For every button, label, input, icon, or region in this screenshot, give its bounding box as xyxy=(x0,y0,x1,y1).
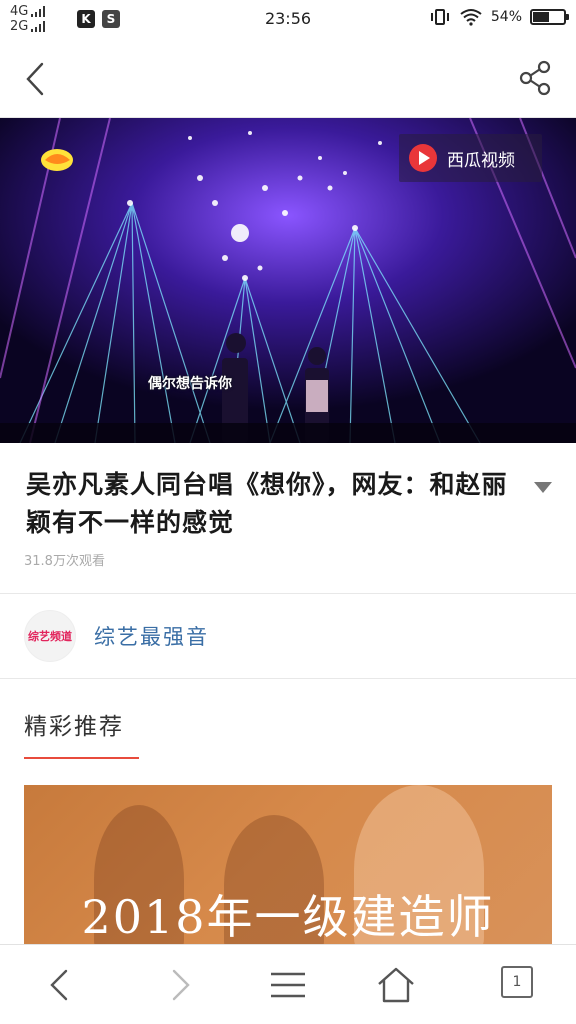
section-underline xyxy=(24,757,139,759)
section-heading: 精彩推荐 xyxy=(24,714,124,740)
top-nav-bar xyxy=(0,38,576,118)
back-icon[interactable] xyxy=(40,965,80,1005)
recommend-card-title: 2018年一级建造师 xyxy=(81,890,495,944)
wifi-icon xyxy=(460,9,482,26)
channel-row[interactable]: 综艺频道 综艺最强音 xyxy=(24,608,209,664)
chevron-left-icon[interactable] xyxy=(20,60,52,98)
battery-percent: 54% xyxy=(490,9,522,25)
watermark: 西瓜视频 xyxy=(399,134,542,182)
chevron-down-icon[interactable] xyxy=(533,481,553,495)
article-title: 吴亦凡素人同台唱《想你》，网友：和赵丽颖有不一样的感觉 xyxy=(26,470,508,537)
channel-name[interactable]: 综艺最强音 xyxy=(94,621,209,651)
vibrate-icon xyxy=(430,9,449,25)
forward-icon[interactable] xyxy=(160,965,200,1005)
recommend-card[interactable]: 2018年一级建造师 xyxy=(24,785,552,955)
divider xyxy=(0,678,576,679)
avatar[interactable]: 综艺频道 xyxy=(24,610,76,662)
divider xyxy=(0,593,576,594)
tabs-button[interactable]: 1 xyxy=(501,966,533,998)
home-icon[interactable] xyxy=(376,965,416,1005)
status-bar: 4G 2G K S 23:56 54% xyxy=(0,0,576,38)
video-player[interactable]: 西瓜视频 偶尔想告诉你 xyxy=(0,118,576,443)
share-icon[interactable] xyxy=(518,60,554,96)
play-icon xyxy=(409,144,437,172)
video-caption: 偶尔想告诉你 xyxy=(148,376,232,392)
view-count: 31.8万次观看 xyxy=(24,554,105,569)
bottom-toolbar xyxy=(0,944,576,1024)
menu-icon[interactable] xyxy=(268,965,308,1005)
battery-icon xyxy=(530,9,569,25)
watermark-label: 西瓜视频 xyxy=(447,150,515,171)
